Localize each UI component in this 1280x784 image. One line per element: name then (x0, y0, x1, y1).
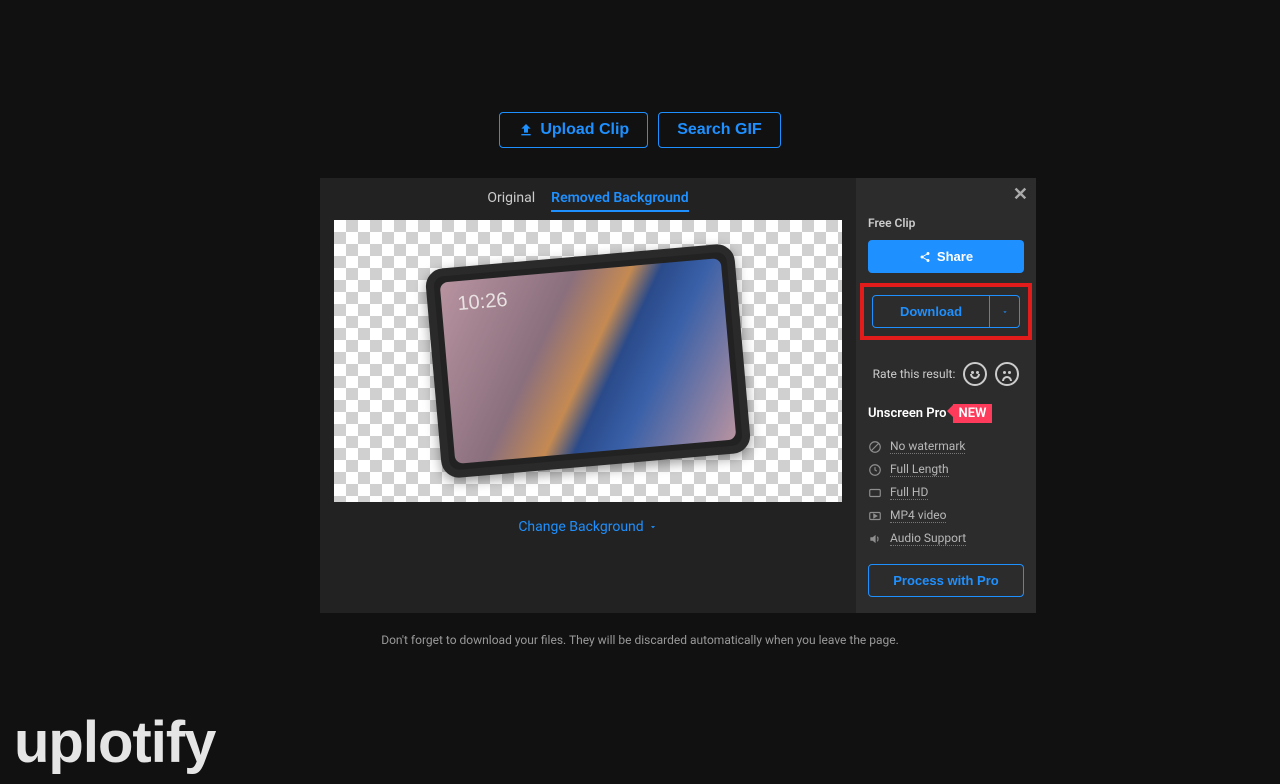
main-panel: Original Removed Background 10:26 Change… (320, 178, 856, 613)
video-icon (868, 509, 882, 523)
search-gif-label: Search GIF (677, 121, 761, 139)
tablet-clock: 10:26 (457, 289, 509, 316)
share-button[interactable]: Share (868, 240, 1024, 273)
feature-no-watermark: No watermark (868, 435, 1024, 458)
rate-happy-button[interactable] (963, 362, 987, 386)
watermark: uplotify (14, 709, 215, 776)
caret-down-icon (1001, 308, 1009, 316)
free-clip-title: Free Clip (868, 216, 1024, 230)
upload-clip-button[interactable]: Upload Clip (499, 112, 648, 148)
pro-title-row: Unscreen Pro NEW (868, 404, 1024, 423)
tablet-image: 10:26 (424, 243, 751, 479)
close-button[interactable]: ✕ (1013, 184, 1028, 205)
feature-mp4: MP4 video (868, 504, 1024, 527)
process-with-pro-button[interactable]: Process with Pro (868, 564, 1024, 597)
feature-full-hd: Full HD (868, 481, 1024, 504)
tab-original[interactable]: Original (487, 190, 535, 212)
rate-label: Rate this result: (873, 367, 956, 381)
feature-full-length: Full Length (868, 458, 1024, 481)
download-dropdown-button[interactable] (990, 295, 1020, 328)
upload-label: Upload Clip (540, 121, 629, 139)
new-badge: NEW (953, 404, 993, 423)
tabs: Original Removed Background (320, 178, 856, 220)
preview-canvas: 10:26 (334, 220, 842, 502)
download-button[interactable]: Download (872, 295, 990, 328)
audio-icon (868, 532, 882, 546)
side-panel: ✕ Free Clip Share Download Rate this res… (856, 178, 1036, 613)
tab-removed-background[interactable]: Removed Background (551, 190, 688, 212)
editor-container: Original Removed Background 10:26 Change… (320, 178, 1036, 613)
hd-icon (868, 486, 882, 500)
rate-sad-button[interactable] (995, 362, 1019, 386)
share-label: Share (937, 249, 973, 264)
no-watermark-icon (868, 440, 882, 454)
footer-note: Don't forget to download your files. The… (0, 633, 1280, 647)
clock-icon (868, 463, 882, 477)
chevron-down-icon (648, 522, 658, 532)
pro-title: Unscreen Pro (868, 406, 947, 421)
share-icon (919, 251, 931, 263)
rate-row: Rate this result: (868, 362, 1024, 386)
download-highlight: Download (860, 283, 1032, 340)
upload-icon (518, 122, 534, 138)
pro-feature-list: No watermark Full Length Full HD MP4 vid… (868, 435, 1024, 550)
change-background-link[interactable]: Change Background (518, 519, 657, 535)
change-background-label: Change Background (518, 519, 643, 535)
feature-audio: Audio Support (868, 527, 1024, 550)
search-gif-button[interactable]: Search GIF (658, 112, 780, 148)
